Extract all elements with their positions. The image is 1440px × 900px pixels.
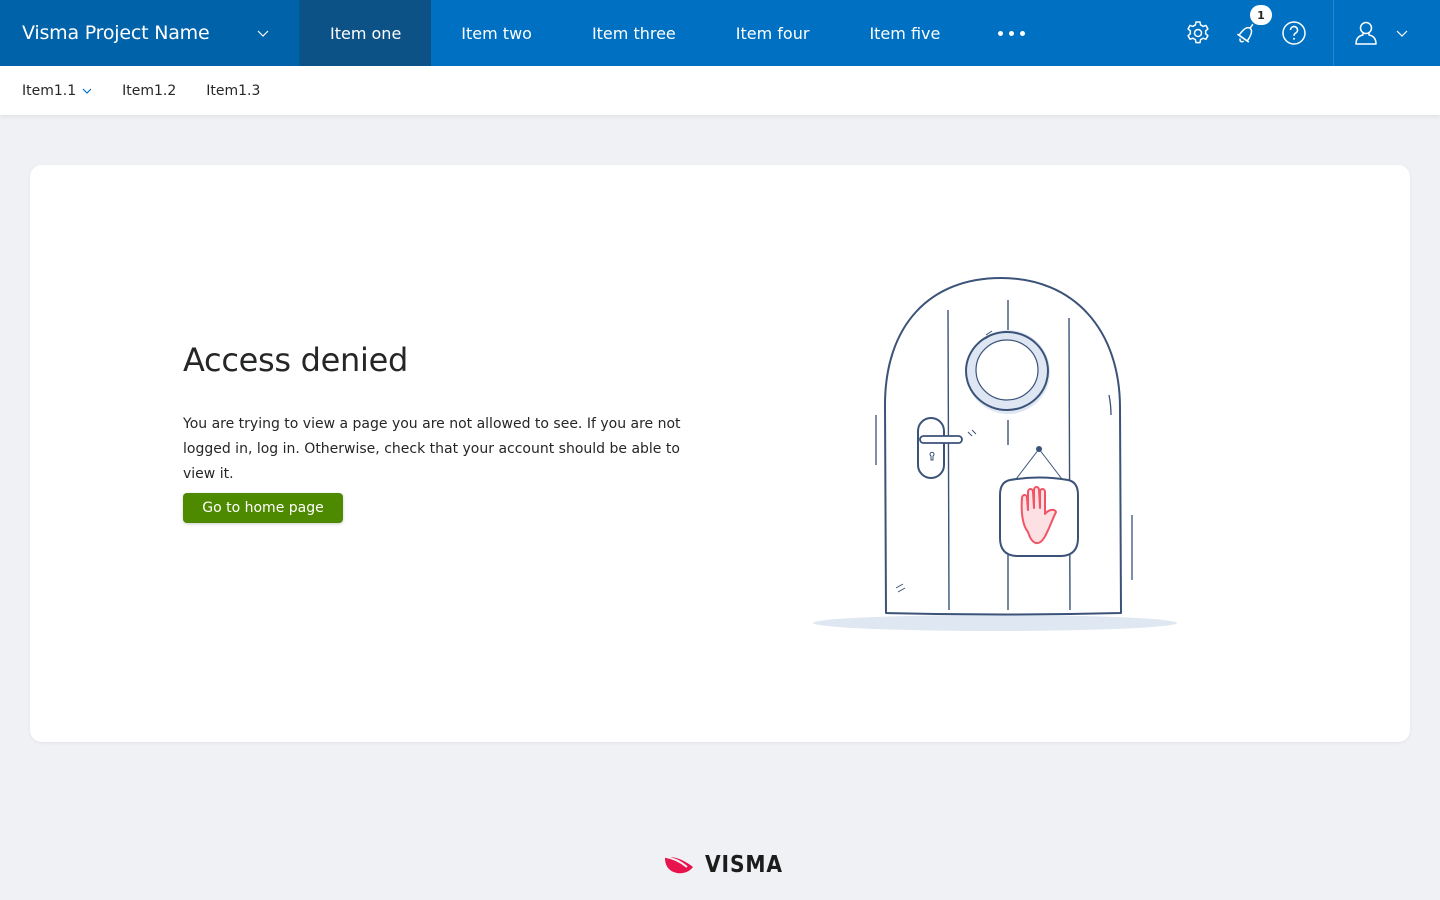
user-menu-button[interactable]: [1333, 0, 1440, 66]
nav-item-label: Item five: [869, 23, 941, 43]
nav-item-four[interactable]: Item four: [706, 0, 840, 66]
chevron-down-icon: [257, 30, 269, 37]
nav-item-one[interactable]: Item one: [300, 0, 432, 66]
page-title: Access denied: [183, 341, 408, 379]
visma-logo: VISMA: [663, 852, 794, 878]
logo-text: VISMA: [705, 852, 783, 878]
nav-item-label: Item two: [461, 23, 532, 43]
secondary-navbar: Item1.1 Item1.2 Item1.3: [0, 66, 1440, 115]
chevron-down-icon: [1396, 30, 1408, 37]
project-selector[interactable]: Visma Project Name: [0, 0, 300, 66]
nav-item-label: Item three: [591, 23, 676, 43]
notification-badge: 1: [1250, 5, 1272, 25]
go-home-button[interactable]: Go to home page: [183, 493, 343, 523]
door-illustration-shapes: [813, 277, 1177, 631]
content-card: Access denied You are trying to view a p…: [30, 165, 1410, 742]
gear-icon: [1187, 21, 1209, 44]
page-description: You are trying to view a page you are no…: [183, 416, 681, 482]
top-navbar: Visma Project Name Item one Item two Ite…: [0, 0, 1440, 66]
nav-item-two[interactable]: Item two: [431, 0, 562, 66]
notifications-button[interactable]: 1: [1222, 0, 1272, 66]
nav-item-three[interactable]: Item three: [562, 0, 706, 66]
ellipsis-dot: [1020, 30, 1026, 36]
more-items-button[interactable]: [970, 0, 1055, 66]
help-button[interactable]: [1270, 0, 1318, 66]
settings-button[interactable]: [1174, 0, 1222, 66]
locked-door-illustration: [813, 277, 1177, 631]
nav-item-five[interactable]: Item five: [839, 0, 970, 66]
subnav-item-label: Item1.3: [206, 82, 261, 99]
visma-swoosh-icon: [665, 856, 693, 874]
nav-item-label: Item four: [735, 23, 810, 43]
subnav-item-1-2[interactable]: Item1.2: [122, 83, 176, 99]
chevron-down-icon: [82, 88, 92, 94]
ellipsis-icon: [998, 30, 1004, 36]
subnav-item-label: Item1.2: [122, 82, 177, 99]
subnav-item-1-3[interactable]: Item1.3: [206, 83, 260, 99]
subnav-item-label: Item1.1: [22, 82, 77, 99]
project-name: Visma Project Name: [22, 22, 210, 44]
subnav-item-1-1[interactable]: Item1.1: [22, 83, 92, 99]
nav-item-label: Item one: [330, 23, 402, 43]
ellipsis-dot: [1009, 30, 1015, 36]
question-circle-icon: [1282, 21, 1306, 45]
user-icon: [1355, 21, 1377, 45]
